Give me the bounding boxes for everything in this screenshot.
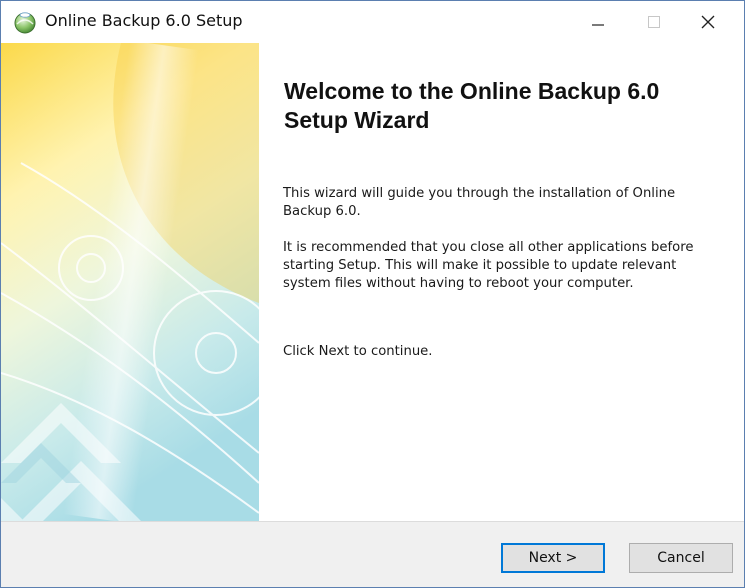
title-bar[interactable]: Online Backup 6.0 Setup bbox=[1, 1, 744, 43]
setup-wizard-window: Online Backup 6.0 Setup Welcome to the O… bbox=[0, 0, 745, 588]
window-title: Online Backup 6.0 Setup bbox=[45, 11, 243, 30]
banner-artwork bbox=[1, 43, 259, 521]
page-title: Welcome to the Online Backup 6.0 Setup W… bbox=[284, 78, 660, 133]
cancel-button[interactable]: Cancel bbox=[629, 543, 733, 573]
button-bar: Next > Cancel bbox=[1, 521, 744, 587]
intro-text: This wizard will guide you through the i… bbox=[283, 186, 676, 219]
next-button[interactable]: Next > bbox=[501, 543, 605, 573]
welcome-panel: Welcome to the Online Backup 6.0 Setup W… bbox=[259, 43, 744, 521]
wizard-banner-image bbox=[1, 43, 259, 521]
maximize-icon bbox=[648, 16, 660, 28]
minimize-icon bbox=[592, 24, 604, 26]
minimize-button[interactable] bbox=[570, 1, 626, 43]
app-globe-icon bbox=[14, 12, 36, 34]
close-button[interactable] bbox=[680, 1, 736, 43]
recommendation-text: It is recommended that you close all oth… bbox=[283, 240, 694, 291]
continue-text: Click Next to continue. bbox=[283, 344, 433, 359]
close-icon bbox=[701, 15, 715, 29]
maximize-button[interactable] bbox=[626, 1, 682, 43]
